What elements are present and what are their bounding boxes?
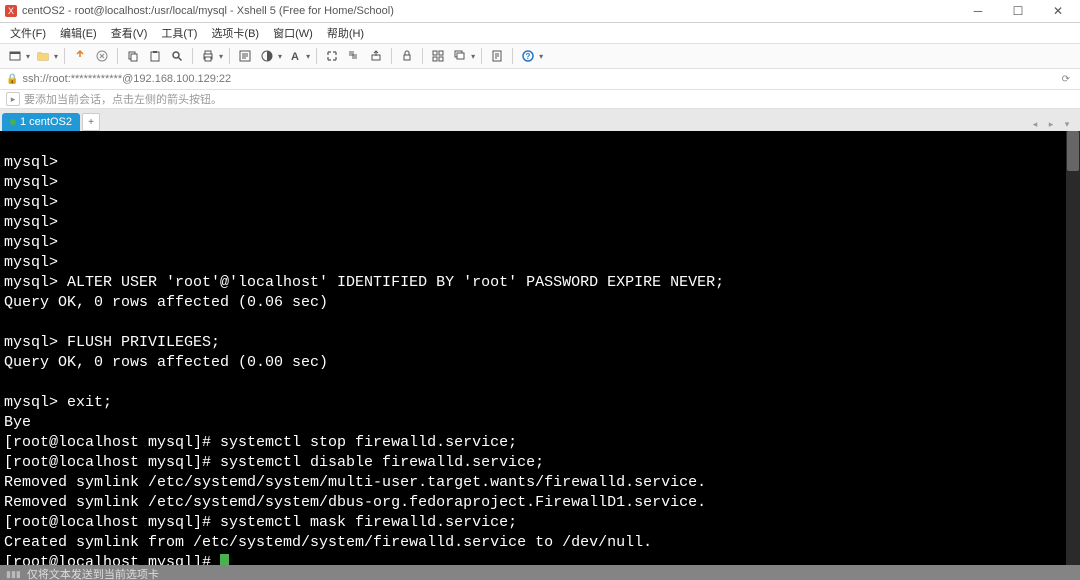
transparent-icon[interactable] [345,47,363,65]
window-title: centOS2 - root@localhost:/usr/local/mysq… [22,5,960,17]
maximize-button[interactable]: ☐ [1000,1,1036,21]
app-icon: X [4,4,18,18]
dropdown-icon[interactable]: ▾ [278,52,282,61]
print-icon[interactable] [199,47,217,65]
new-session-icon[interactable] [6,47,24,65]
help-icon[interactable]: ? [519,47,537,65]
tab-menu-icon[interactable]: ▾ [1060,117,1074,131]
tab-centos2[interactable]: 1 centOS2 [2,113,80,131]
tile-icon[interactable] [429,47,447,65]
paste-icon[interactable] [146,47,164,65]
close-button[interactable]: ✕ [1040,1,1076,21]
dropdown-icon[interactable]: ▾ [306,52,310,61]
dropdown-icon[interactable]: ▾ [471,52,475,61]
dropdown-icon[interactable]: ▾ [54,52,58,61]
colorscheme-icon[interactable] [258,47,276,65]
lock-icon[interactable] [398,47,416,65]
separator [316,48,317,64]
separator [512,48,513,64]
menu-tools[interactable]: 工具(T) [155,23,203,43]
ontop-icon[interactable] [367,47,385,65]
tab-bar: 1 centOS2 + ◂ ▸ ▾ [0,109,1080,131]
menu-tabs[interactable]: 选项卡(B) [205,23,265,43]
dropdown-icon[interactable]: ▾ [26,52,30,61]
separator [64,48,65,64]
title-bar: X centOS2 - root@localhost:/usr/local/my… [0,0,1080,23]
menu-view[interactable]: 查看(V) [105,23,154,43]
separator [192,48,193,64]
lock-icon: 🔒 [6,74,18,85]
separator [229,48,230,64]
collapse-icon[interactable]: ▮▮▮ [6,569,21,580]
menu-window[interactable]: 窗口(W) [267,23,319,43]
tab-prev-icon[interactable]: ◂ [1028,117,1042,131]
hint-text: 要添加当前会话，点击左侧的箭头按钮。 [24,91,222,107]
scrollbar[interactable] [1066,131,1080,565]
font-icon[interactable]: A [286,47,304,65]
find-icon[interactable] [168,47,186,65]
hint-bar: ▸ 要添加当前会话，点击左侧的箭头按钮。 [0,90,1080,109]
toolbar: ▾ ▾ ▾ ▾ A ▾ ▾ ? ▾ [0,44,1080,69]
separator [422,48,423,64]
copy-icon[interactable] [124,47,142,65]
address-bar: 🔒 ssh://root:************@192.168.100.12… [0,69,1080,90]
open-icon[interactable] [34,47,52,65]
address-text[interactable]: ssh://root:************@192.168.100.129:… [22,73,1053,85]
status-dot-icon [10,119,16,125]
menu-bar: 文件(F) 编辑(E) 查看(V) 工具(T) 选项卡(B) 窗口(W) 帮助(… [0,23,1080,44]
separator [481,48,482,64]
script-icon[interactable] [488,47,506,65]
fullscreen-icon[interactable] [323,47,341,65]
dropdown-icon[interactable]: ▾ [539,52,543,61]
new-tab-button[interactable]: + [82,113,100,131]
minimize-button[interactable]: ─ [960,1,996,21]
separator [391,48,392,64]
reconnect-icon[interactable] [71,47,89,65]
menu-edit[interactable]: 编辑(E) [54,23,103,43]
cascade-icon[interactable] [451,47,469,65]
svg-text:A: A [291,51,299,63]
properties-icon[interactable] [236,47,254,65]
add-session-icon[interactable]: ▸ [6,92,20,106]
tab-label: 1 centOS2 [20,116,72,128]
menu-help[interactable]: 帮助(H) [321,23,370,43]
disconnect-icon[interactable] [93,47,111,65]
tab-next-icon[interactable]: ▸ [1044,117,1058,131]
svg-text:?: ? [526,52,531,61]
menu-file[interactable]: 文件(F) [4,23,52,43]
terminal[interactable]: mysql> mysql> mysql> mysql> mysql> mysql… [0,131,1080,565]
send-bar-text: 仅将文本发送到当前选项卡 [27,566,159,580]
refresh-icon[interactable]: ⟳ [1058,74,1074,85]
send-bar: ▮▮▮ 仅将文本发送到当前选项卡 [0,565,1080,580]
separator [117,48,118,64]
dropdown-icon[interactable]: ▾ [219,52,223,61]
cursor [220,554,229,565]
scrollbar-thumb[interactable] [1067,131,1079,171]
svg-text:X: X [8,6,14,16]
